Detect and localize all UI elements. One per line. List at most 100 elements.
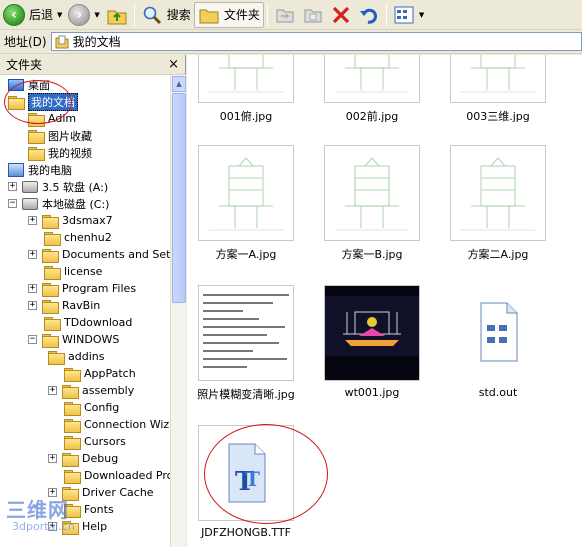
- tree-item-label: Help: [82, 520, 108, 533]
- file-name: std.out: [478, 386, 518, 399]
- copy-to-button[interactable]: [299, 2, 327, 28]
- toolbar-separator: [266, 3, 268, 26]
- views-dropdown-icon[interactable]: ▼: [419, 11, 424, 19]
- forward-button[interactable]: › ▼: [65, 2, 102, 28]
- drawing-thumbnail: [324, 145, 420, 241]
- file-name: 照片模糊变清晰.jpg: [197, 388, 295, 401]
- delete-x-icon: [330, 4, 352, 26]
- folder-icon: [28, 112, 45, 127]
- my-documents-icon: [55, 35, 69, 48]
- forward-arrow-icon: ›: [68, 3, 91, 26]
- scrollbar-thumb[interactable]: [172, 93, 186, 303]
- collapse-icon[interactable]: −: [28, 335, 37, 344]
- file-tile[interactable]: wt001.jpg: [311, 285, 433, 399]
- expand-icon[interactable]: +: [48, 454, 57, 463]
- tree-item[interactable]: + RavBin: [28, 297, 100, 314]
- tree-item[interactable]: Fonts: [64, 501, 114, 518]
- undo-icon: [358, 4, 380, 26]
- tree-item-label: Debug: [82, 452, 119, 465]
- tree-item-label: WINDOWS: [62, 333, 120, 346]
- search-button[interactable]: 搜索: [138, 2, 194, 28]
- folder-icon: [64, 435, 81, 450]
- folder-icon: [62, 452, 79, 467]
- tree-item[interactable]: 我的视频: [28, 144, 92, 161]
- tree-item[interactable]: 我的电脑: [8, 161, 72, 178]
- tree-item[interactable]: +3dsmax7: [28, 212, 113, 229]
- search-icon: [141, 4, 163, 26]
- back-dropdown-icon[interactable]: ▼: [57, 11, 62, 19]
- desktop-icon: [8, 78, 24, 91]
- tree-item[interactable]: − WINDOWS: [28, 331, 119, 348]
- tree-item-label: Config: [84, 401, 120, 414]
- hard-drive-icon: [22, 197, 38, 210]
- tree-item[interactable]: + Program Files: [28, 280, 136, 297]
- file-tile[interactable]: 方案二A.jpg: [437, 145, 559, 262]
- tree-item-label: addins: [68, 350, 105, 363]
- undo-button[interactable]: [355, 2, 383, 28]
- address-field[interactable]: 我的文档: [50, 32, 582, 51]
- file-tile[interactable]: 照片模糊变清晰.jpg: [187, 285, 307, 402]
- file-name: 003三维.jpg: [466, 110, 530, 123]
- tree-item[interactable]: addins: [48, 348, 104, 365]
- tree-item[interactable]: + Documents and Settin: [28, 246, 170, 263]
- tree-item-label: Adlm: [48, 112, 77, 125]
- folders-button[interactable]: 文件夹: [193, 1, 264, 28]
- folder-pane-scrollbar[interactable]: ▲: [170, 75, 186, 547]
- tree-item-label: license: [64, 265, 103, 278]
- tree-item-label: Cursors: [84, 435, 126, 448]
- file-tile[interactable]: 002前.jpg: [311, 55, 433, 124]
- folder-icon: [42, 299, 59, 314]
- svg-text:T: T: [245, 467, 260, 491]
- folder-icon: [64, 418, 81, 433]
- tree-item-label: 我的视频: [48, 146, 92, 160]
- tree-item[interactable]: AppPatch: [64, 365, 136, 382]
- forward-dropdown-icon[interactable]: ▼: [94, 11, 99, 19]
- file-tile[interactable]: 003三维.jpg: [437, 55, 559, 124]
- tree-item-label: Program Files: [62, 282, 137, 295]
- tree-item[interactable]: + Debug: [48, 450, 118, 467]
- expand-icon[interactable]: +: [28, 250, 37, 259]
- file-tile[interactable]: 方案一A.jpg: [187, 145, 307, 262]
- scroll-up-icon[interactable]: ▲: [172, 76, 186, 92]
- expand-icon[interactable]: +: [8, 182, 17, 191]
- tree-item[interactable]: +3.5 软盘 (A:): [8, 178, 108, 195]
- file-tile[interactable]: T T JDFZHONGB.TTF: [187, 425, 307, 539]
- folder-icon: [64, 469, 81, 484]
- tree-item[interactable]: license: [44, 263, 102, 280]
- file-tile[interactable]: 001俯.jpg: [187, 55, 307, 124]
- file-pane: 001俯.jpg 002前.jpg 003三维.jpg 方案一A.jpg 方案一B.jp…: [187, 55, 582, 547]
- folder-icon: [42, 282, 59, 297]
- close-icon[interactable]: ×: [168, 57, 179, 72]
- file-tile[interactable]: std.out: [437, 285, 559, 399]
- move-to-button[interactable]: [271, 2, 299, 28]
- tree-item[interactable]: − 本地磁盘 (C:): [8, 195, 109, 212]
- tree-item[interactable]: Adlm: [28, 110, 76, 127]
- expand-icon[interactable]: +: [28, 284, 37, 293]
- expand-icon[interactable]: +: [28, 216, 37, 225]
- tree-item[interactable]: TDdownload: [44, 314, 132, 331]
- tree-item[interactable]: 图片收藏: [28, 127, 92, 144]
- stage-photo-thumbnail: [324, 285, 420, 381]
- tree-item[interactable]: Config: [64, 399, 119, 416]
- tree-item[interactable]: Downloaded Prog: [64, 467, 170, 484]
- file-name: JDFZHONGB.TTF: [201, 526, 291, 539]
- delete-button[interactable]: [327, 2, 355, 28]
- tree-item-label: assembly: [82, 384, 135, 397]
- move-to-icon: [274, 4, 296, 26]
- tree-item[interactable]: + assembly: [48, 382, 134, 399]
- back-label: 后退: [29, 8, 54, 22]
- tree-item[interactable]: Connection Wizar: [64, 416, 170, 433]
- expand-icon[interactable]: +: [48, 386, 57, 395]
- expand-icon[interactable]: +: [28, 301, 37, 310]
- tree-item[interactable]: 桌面: [8, 76, 50, 93]
- tree-item[interactable]: 我的文档: [8, 92, 78, 111]
- file-tile[interactable]: 方案一B.jpg: [311, 145, 433, 262]
- back-button[interactable]: ‹ 后退 ▼: [0, 2, 65, 28]
- up-folder-icon: [106, 4, 128, 26]
- tree-item[interactable]: Cursors: [64, 433, 126, 450]
- collapse-icon[interactable]: −: [8, 199, 17, 208]
- drawing-thumbnail: [450, 145, 546, 241]
- tree-item[interactable]: chenhu2: [44, 229, 112, 246]
- up-folder-button[interactable]: [103, 2, 131, 28]
- views-button[interactable]: ▼: [390, 2, 427, 28]
